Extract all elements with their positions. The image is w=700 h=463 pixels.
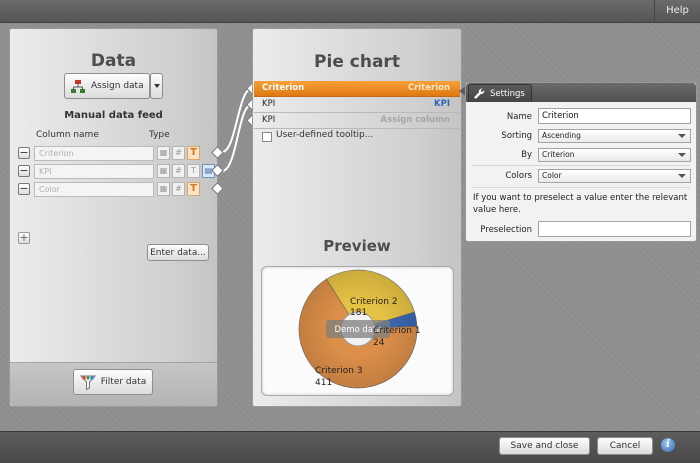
- number-icon[interactable]: #: [172, 164, 185, 178]
- cancel-button[interactable]: Cancel: [597, 437, 653, 455]
- help-button[interactable]: Help: [654, 0, 700, 23]
- assign-data-label: Assign data: [91, 81, 144, 91]
- sorting-label: Sorting: [501, 131, 532, 141]
- number-icon[interactable]: #: [172, 182, 185, 196]
- slice-value-label: 411: [315, 378, 332, 388]
- number-icon[interactable]: #: [172, 146, 185, 160]
- enter-data-button[interactable]: Enter data...: [147, 244, 209, 261]
- data-panel: Data Assign data Manual data feed Column…: [9, 28, 218, 407]
- save-and-close-button[interactable]: Save and close: [499, 437, 590, 455]
- colors-value: Color: [542, 171, 562, 180]
- remove-row-button[interactable]: −: [18, 183, 30, 195]
- info-icon[interactable]: i: [661, 438, 675, 452]
- colors-select[interactable]: Color: [538, 169, 691, 183]
- preselection-label: Preselection: [480, 225, 532, 235]
- pie-chart-panel-title: Pie chart: [314, 52, 400, 72]
- sorting-select[interactable]: Ascending: [538, 129, 691, 143]
- binding-label: Criterion: [262, 83, 305, 93]
- calendar-icon[interactable]: ▦: [157, 164, 170, 178]
- name-label: Name: [506, 112, 532, 122]
- bottom-bar: [0, 431, 700, 463]
- add-row-button[interactable]: +: [18, 232, 30, 244]
- type-header: Type: [149, 130, 170, 140]
- hierarchy-icon: [71, 79, 85, 93]
- filter-data-button[interactable]: Filter data: [73, 369, 153, 395]
- settings-tab[interactable]: Settings: [468, 84, 532, 102]
- top-bar: Help: [0, 0, 700, 23]
- settings-divider: [472, 187, 690, 188]
- preview-box: Demo data Criterion 2 181 Criterion 1 24…: [261, 266, 454, 396]
- sorting-value: Ascending: [542, 131, 581, 140]
- binding-label: KPI: [262, 115, 276, 125]
- data-panel-title: Data: [90, 51, 137, 71]
- chevron-down-icon: [678, 134, 686, 138]
- binding-row-kpi-unassigned[interactable]: KPI Assign column: [254, 113, 460, 129]
- settings-header: Settings: [466, 83, 696, 102]
- colors-label: Colors: [505, 171, 532, 181]
- remove-row-button[interactable]: −: [18, 165, 30, 177]
- tooltip-label[interactable]: User-defined tooltip...: [276, 130, 373, 140]
- binding-value: KPI: [434, 99, 450, 109]
- binding-value: Criterion: [407, 83, 450, 93]
- slice-value-label: 181: [350, 308, 367, 318]
- filter-funnel-icon: [79, 375, 96, 390]
- column-name-field[interactable]: Criterion: [34, 146, 154, 161]
- slice-name-label: Criterion 1: [373, 326, 421, 336]
- tooltip-checkbox[interactable]: [262, 132, 272, 142]
- pie-chart-panel: Pie chart Criterion Criterion KPI KPI KP…: [252, 28, 462, 407]
- preview-title: Preview: [323, 237, 391, 255]
- binding-row-kpi[interactable]: KPI KPI: [254, 97, 460, 113]
- wrench-icon: [474, 88, 485, 99]
- filter-data-label: Filter data: [100, 377, 147, 387]
- pie-preview: Demo data Criterion 2 181 Criterion 1 24…: [298, 269, 421, 389]
- by-select[interactable]: Criterion: [538, 148, 691, 162]
- by-label: By: [521, 150, 532, 160]
- by-value: Criterion: [542, 150, 575, 159]
- slice-name-label: Criterion 2: [350, 297, 398, 307]
- binding-row-criterion[interactable]: Criterion Criterion: [254, 81, 460, 97]
- binding-label: KPI: [262, 99, 276, 109]
- slice-value-label: 24: [373, 338, 385, 348]
- settings-divider: [472, 165, 690, 166]
- binding-value: Assign column: [380, 115, 450, 125]
- chevron-down-icon: [678, 153, 686, 157]
- name-input[interactable]: Criterion: [538, 108, 691, 124]
- chevron-down-icon: [678, 174, 686, 178]
- calendar-icon[interactable]: ▦: [157, 182, 170, 196]
- settings-tab-label: Settings: [490, 88, 525, 99]
- preselection-input[interactable]: [538, 221, 691, 237]
- text-type-icon[interactable]: T: [187, 182, 200, 196]
- column-name-field[interactable]: KPI: [34, 164, 154, 179]
- settings-panel: Settings Name Criterion Sorting Ascendin…: [465, 82, 697, 242]
- text-type-icon[interactable]: T: [187, 164, 200, 178]
- manual-data-feed-heading: Manual data feed: [64, 110, 163, 121]
- column-name-header: Column name: [36, 130, 99, 140]
- remove-row-button[interactable]: −: [18, 147, 30, 159]
- slice-name-label: Criterion 3: [315, 366, 363, 376]
- assign-data-button[interactable]: Assign data: [64, 73, 150, 99]
- text-type-icon[interactable]: T: [187, 146, 200, 160]
- column-name-field[interactable]: Color: [34, 182, 154, 197]
- chevron-down-icon: [153, 84, 160, 88]
- preselection-hint: If you want to preselect a value enter t…: [473, 193, 688, 215]
- calendar-icon[interactable]: ▦: [157, 146, 170, 160]
- assign-data-dropdown[interactable]: [150, 73, 163, 99]
